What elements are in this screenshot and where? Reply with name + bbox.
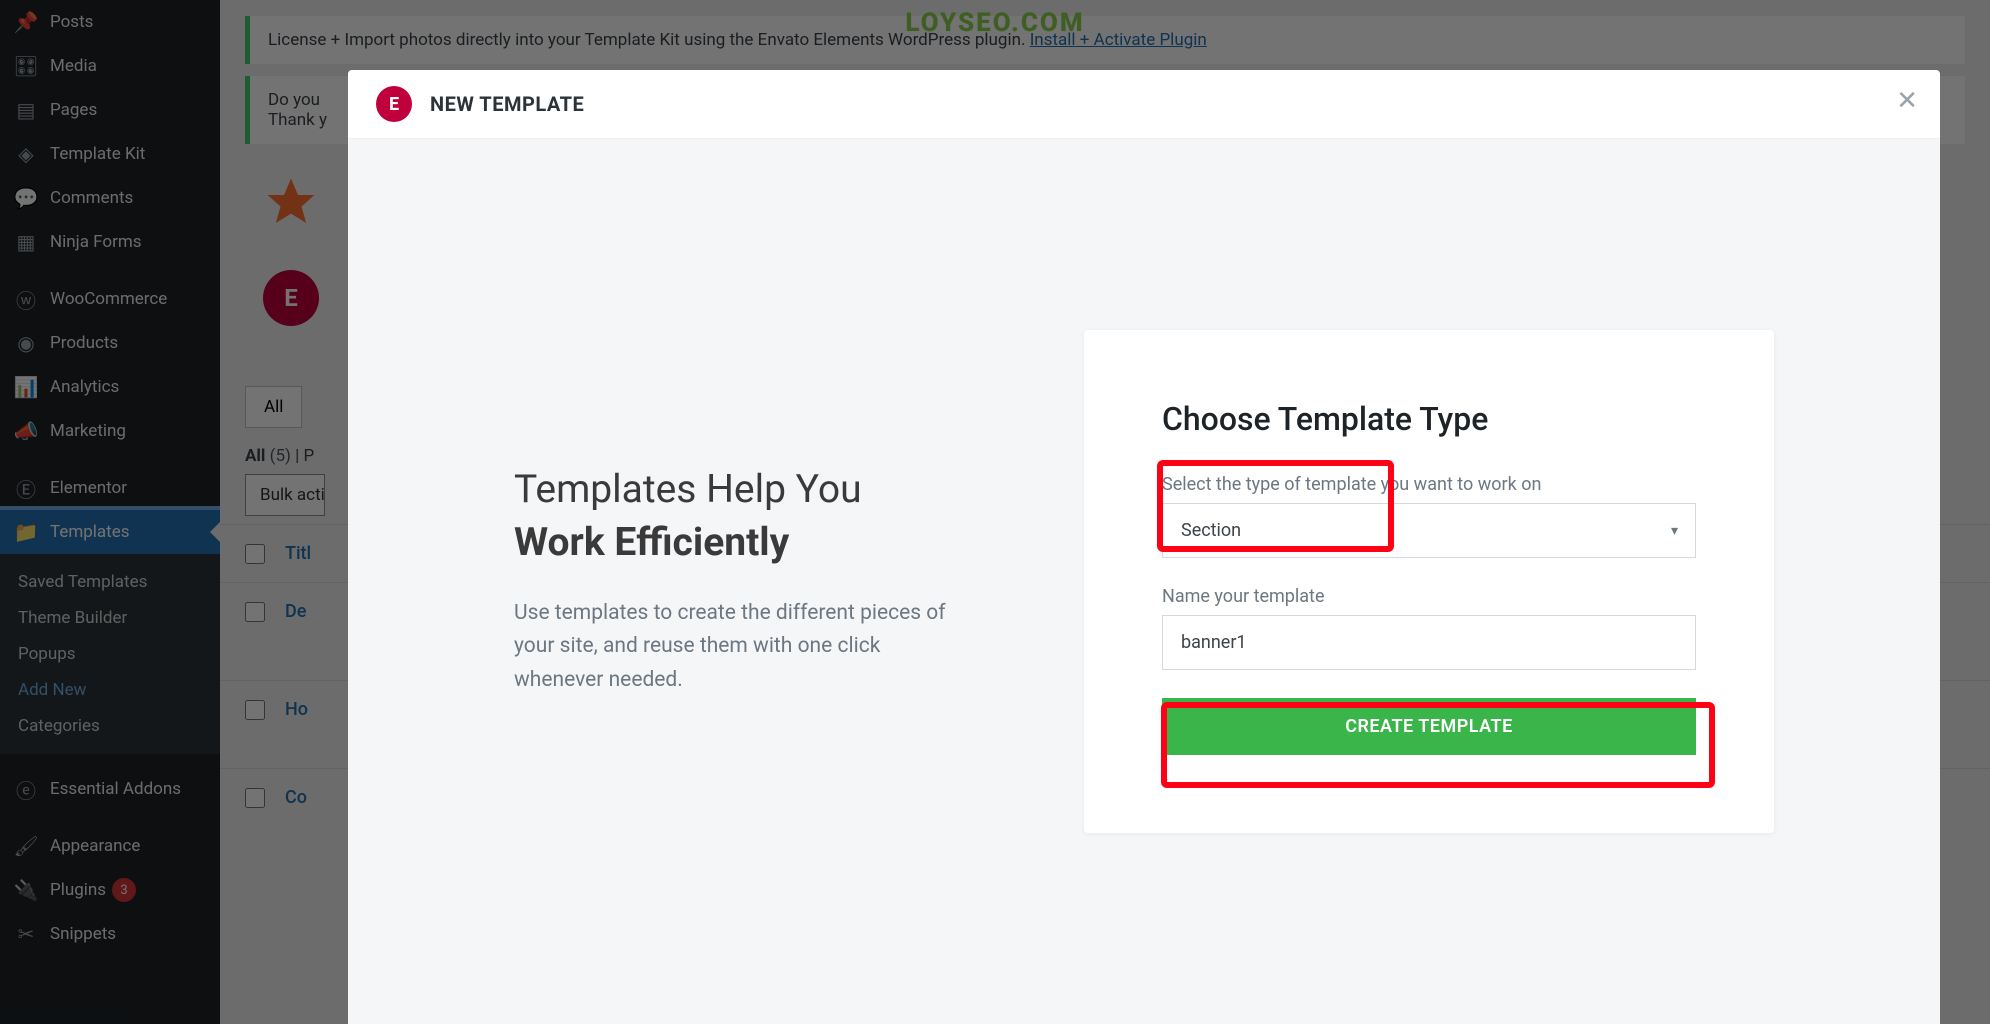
name-label: Name your template — [1162, 586, 1696, 607]
template-form: Choose Template Type Select the type of … — [1084, 330, 1774, 833]
template-name-input[interactable] — [1162, 615, 1696, 670]
modal-body: Templates Help You Work Efficiently Use … — [348, 139, 1940, 1024]
modal-header: E NEW TEMPLATE ✕ — [348, 70, 1940, 139]
template-type-select[interactable]: Section — [1162, 503, 1696, 558]
close-icon[interactable]: ✕ — [1896, 86, 1918, 116]
new-template-modal: E NEW TEMPLATE ✕ Templates Help You Work… — [348, 70, 1940, 1024]
modal-title: NEW TEMPLATE — [430, 92, 584, 116]
intro-heading-line1: Templates Help You — [514, 465, 954, 514]
intro-heading-line2: Work Efficiently — [514, 518, 954, 567]
type-label: Select the type of template you want to … — [1162, 474, 1696, 495]
create-template-button[interactable]: CREATE TEMPLATE — [1162, 698, 1696, 755]
elementor-logo-icon: E — [376, 86, 412, 122]
modal-intro: Templates Help You Work Efficiently Use … — [514, 465, 954, 697]
intro-desc: Use templates to create the different pi… — [514, 597, 954, 698]
form-heading: Choose Template Type — [1162, 400, 1696, 438]
